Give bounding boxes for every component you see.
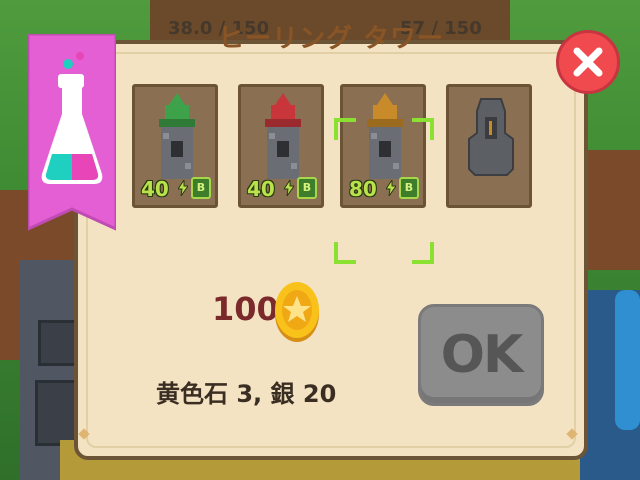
green-tower-icon (159, 93, 195, 179)
slot-cost: 40 (141, 177, 169, 201)
gold-coin-icon (275, 282, 319, 342)
close-icon (573, 47, 603, 77)
selection-bracket (412, 118, 434, 140)
selection-bracket (334, 118, 356, 140)
energy-bolt-icon (178, 180, 188, 196)
tower-slot-orange[interactable]: 80 B (340, 84, 426, 208)
locked-tower-icon (468, 98, 514, 176)
energy-bolt-icon (284, 180, 294, 196)
slot-cost: 80 (349, 177, 377, 201)
selection-bracket (334, 242, 356, 264)
ok-button-label: OK (440, 325, 524, 385)
tier-badge: B (399, 177, 419, 199)
orange-tower-icon (367, 93, 403, 179)
slot-cost: 40 (247, 177, 275, 201)
dialog-title: ヒーリング タワー (217, 24, 445, 54)
tier-badge: B (297, 177, 317, 199)
tower-slot-red[interactable]: 40 B (238, 84, 324, 208)
ok-button[interactable]: OK (418, 304, 544, 406)
blue-pipe (615, 290, 640, 430)
energy-bolt-icon (386, 180, 396, 196)
close-button[interactable] (556, 30, 620, 94)
tower-slot-locked[interactable] (446, 84, 532, 208)
tier-badge: B (191, 177, 211, 199)
price-amount: 100 (212, 290, 279, 328)
red-tower-icon (265, 93, 301, 179)
material-requirements: 黄色石 3, 銀 20 (156, 380, 337, 408)
tower-slot-green[interactable]: 40 B (132, 84, 218, 208)
category-banner (28, 34, 116, 244)
selection-bracket (412, 242, 434, 264)
